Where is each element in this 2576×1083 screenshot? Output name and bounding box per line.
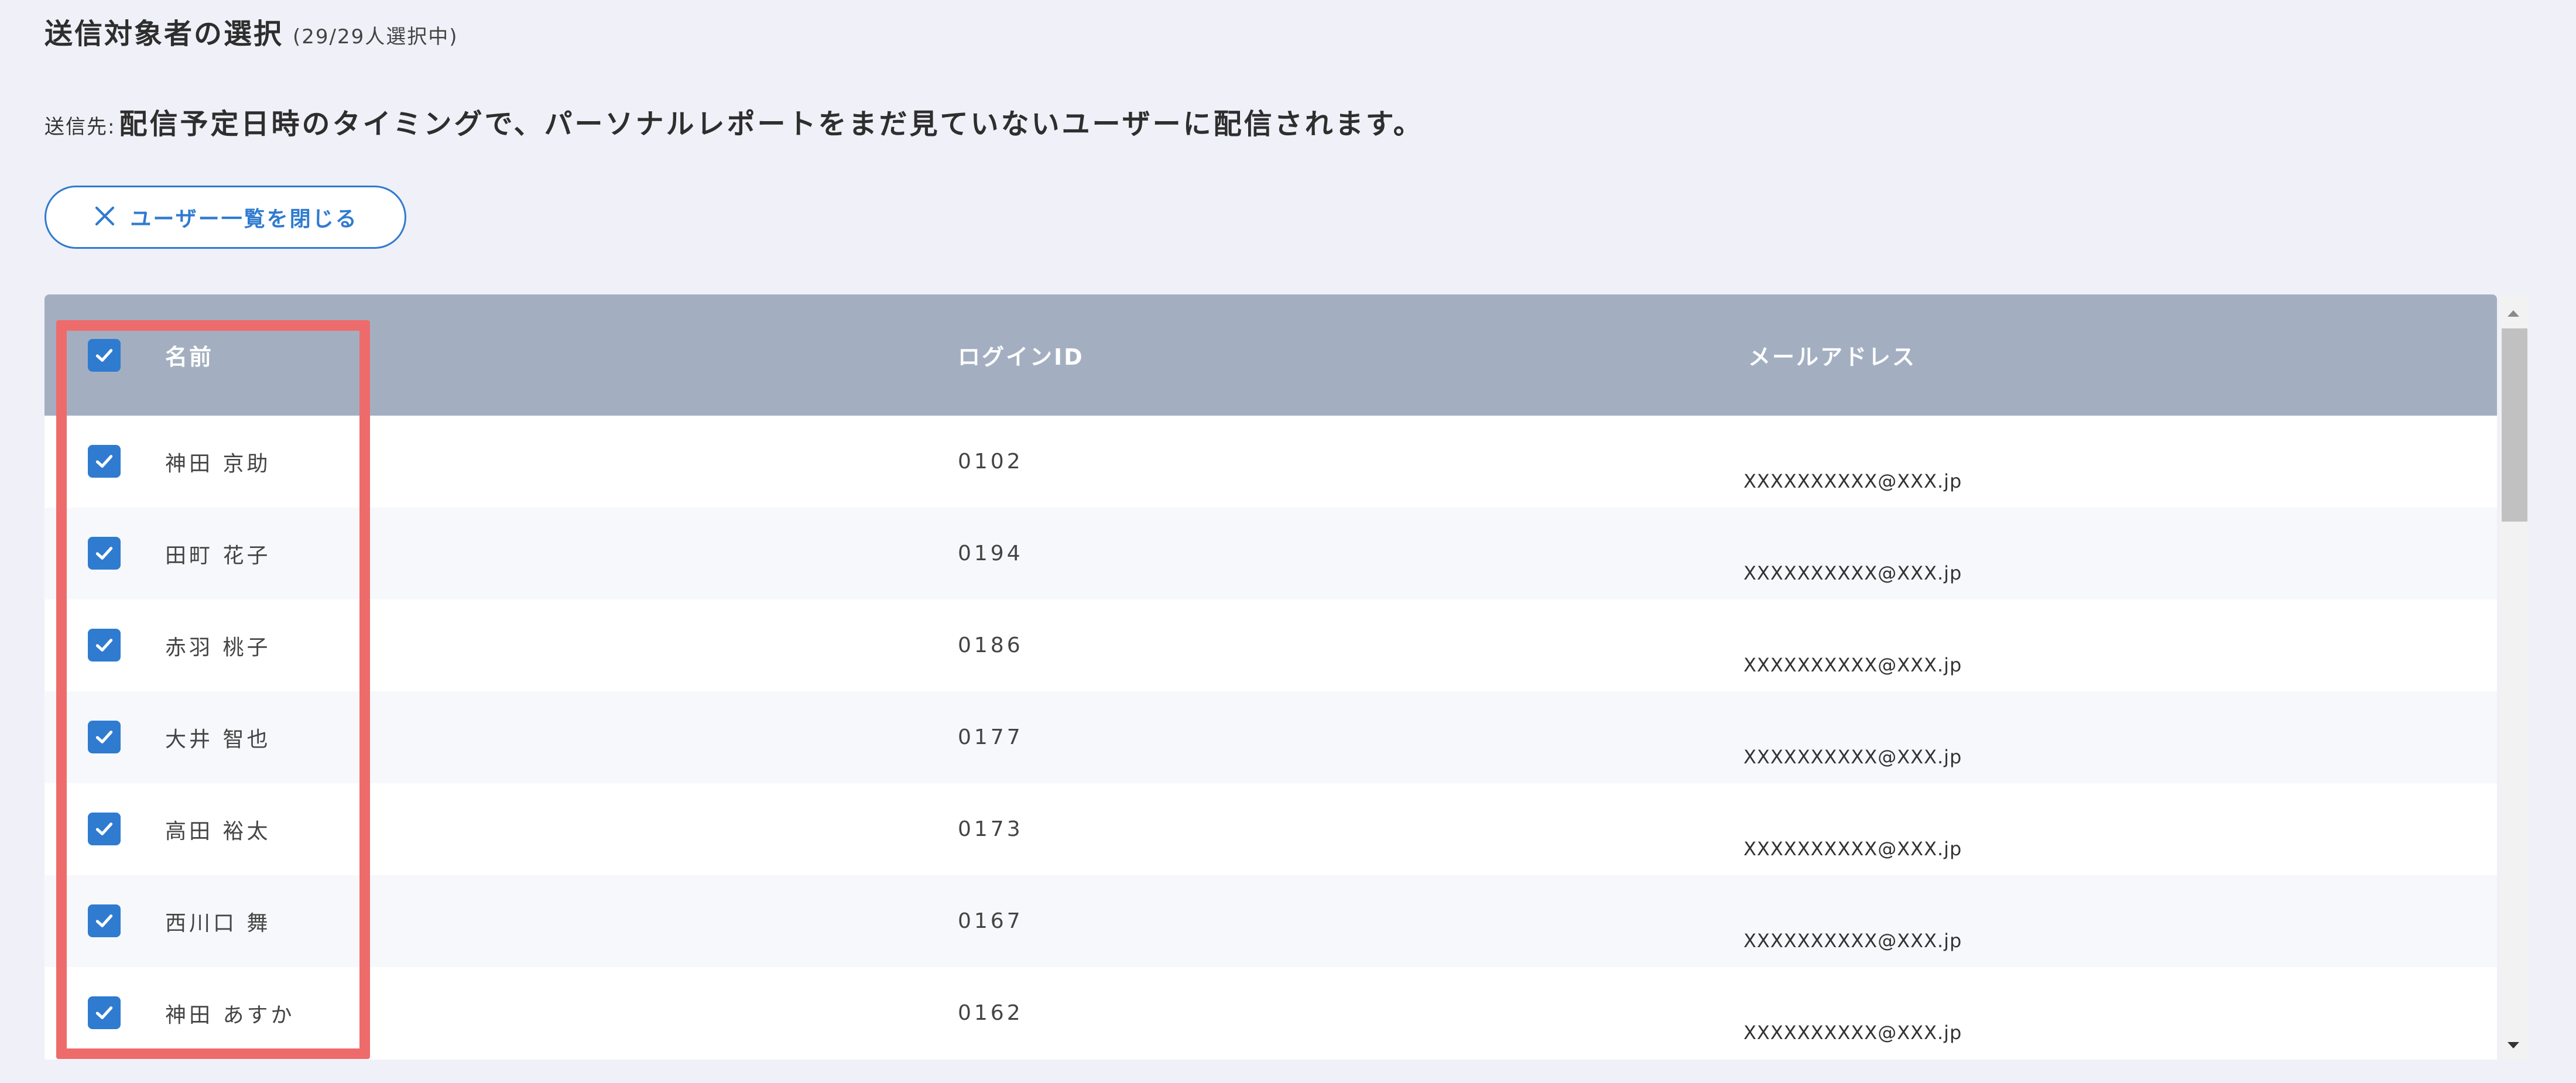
check-icon: [95, 547, 113, 560]
check-icon: [95, 639, 113, 652]
table-row[interactable]: 高田 裕太 0173 XXXXXXXXXX@XXX.jp: [44, 783, 2497, 875]
page-title-text: 送信対象者の選択: [44, 18, 284, 50]
check-icon: [95, 822, 113, 835]
destination-text: 配信予定日時のタイミングで、パーソナルレポートをまだ見ていないユーザーに配信され…: [119, 108, 1424, 140]
scroll-down-arrow-icon[interactable]: [2499, 1031, 2527, 1060]
destination-info: 送信先: 配信予定日時のタイミングで、パーソナルレポートをまだ見ていないユーザーに…: [44, 101, 1424, 142]
check-icon: [95, 349, 113, 362]
row-checkbox[interactable]: [88, 996, 121, 1029]
close-user-list-button[interactable]: ユーザー一覧を閉じる: [44, 186, 406, 249]
user-login-id: 0173: [958, 817, 1023, 841]
scroll-thumb[interactable]: [2502, 328, 2527, 522]
select-all-checkbox[interactable]: [88, 339, 121, 372]
user-name: 神田 京助: [165, 451, 271, 476]
table-scrollbar[interactable]: [2499, 294, 2527, 1060]
row-checkbox[interactable]: [88, 904, 121, 937]
row-checkbox[interactable]: [88, 537, 121, 570]
table-row[interactable]: 赤羽 桃子 0186 XXXXXXXXXX@XXX.jp: [44, 599, 2497, 691]
column-header-email[interactable]: メールアドレス: [1748, 294, 1916, 416]
user-login-id: 0194: [958, 542, 1023, 566]
close-icon: [93, 204, 117, 231]
row-checkbox[interactable]: [88, 445, 121, 478]
user-name: 神田 あすか: [165, 1003, 295, 1027]
table-row[interactable]: 神田 京助 0102 XXXXXXXXXX@XXX.jp: [44, 416, 2497, 508]
user-email: XXXXXXXXXX@XXX.jp: [1743, 654, 1962, 676]
user-email: XXXXXXXXXX@XXX.jp: [1743, 470, 1962, 492]
table-row[interactable]: 西川口 舞 0167 XXXXXXXXXX@XXX.jp: [44, 875, 2497, 967]
column-header-name[interactable]: 名前: [165, 294, 213, 416]
user-login-id: 0102: [958, 450, 1023, 474]
table-row[interactable]: 大井 智也 0177 XXXXXXXXXX@XXX.jp: [44, 691, 2497, 783]
check-icon: [95, 914, 113, 927]
page-title: 送信対象者の選択 (29/29人選択中): [44, 11, 458, 52]
user-table: 名前 ログインID メールアドレス 神田 京助 0102 XXXXXXXXXX@…: [44, 294, 2497, 1060]
user-email: XXXXXXXXXX@XXX.jp: [1743, 838, 1962, 860]
table-header: 名前 ログインID メールアドレス: [44, 294, 2497, 416]
user-login-id: 0162: [958, 1001, 1023, 1025]
user-name: 西川口 舞: [165, 911, 271, 935]
row-checkbox[interactable]: [88, 813, 121, 845]
table-row[interactable]: 田町 花子 0194 XXXXXXXXXX@XXX.jp: [44, 508, 2497, 599]
scroll-up-arrow-icon[interactable]: [2499, 299, 2527, 327]
selection-count: (29/29人選択中): [293, 25, 458, 49]
check-icon: [95, 455, 113, 468]
user-login-id: 0186: [958, 633, 1023, 657]
row-checkbox[interactable]: [88, 721, 121, 753]
destination-label: 送信先:: [44, 115, 116, 139]
row-checkbox[interactable]: [88, 629, 121, 662]
user-email: XXXXXXXXXX@XXX.jp: [1743, 930, 1962, 952]
user-name: 赤羽 桃子: [165, 635, 271, 660]
user-name: 高田 裕太: [165, 819, 271, 844]
user-login-id: 0167: [958, 909, 1023, 933]
user-email: XXXXXXXXXX@XXX.jp: [1743, 562, 1962, 584]
check-icon: [95, 731, 113, 743]
user-name: 大井 智也: [165, 727, 271, 752]
user-email: XXXXXXXXXX@XXX.jp: [1743, 1022, 1962, 1044]
table-row[interactable]: 神田 あすか 0162 XXXXXXXXXX@XXX.jp: [44, 967, 2497, 1059]
user-name: 田町 花子: [165, 543, 271, 568]
close-user-list-label: ユーザー一覧を閉じる: [130, 207, 358, 231]
user-email: XXXXXXXXXX@XXX.jp: [1743, 746, 1962, 768]
check-icon: [95, 1006, 113, 1019]
user-login-id: 0177: [958, 725, 1023, 749]
column-header-login-id[interactable]: ログインID: [958, 294, 1084, 416]
